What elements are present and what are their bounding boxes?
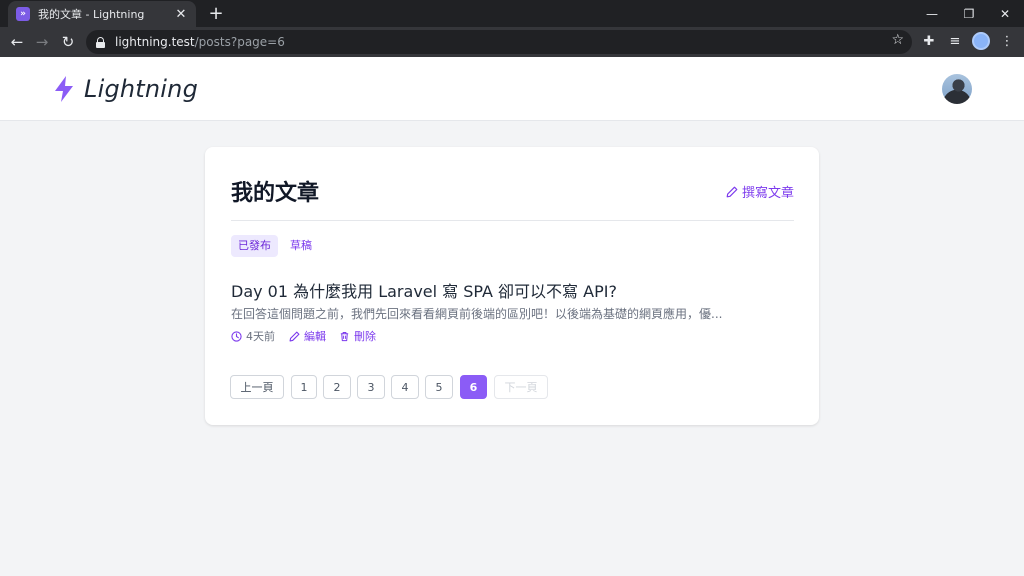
site-favicon-icon: » xyxy=(16,7,30,21)
post-title[interactable]: Day 01 為什麼我用 Laravel 寫 SPA 卻可以不寫 API? xyxy=(231,278,617,302)
pencil-icon xyxy=(289,331,300,341)
page-button-4[interactable]: 4 xyxy=(391,375,419,399)
kebab-menu-icon[interactable]: ⋮ xyxy=(996,31,1018,53)
user-avatar[interactable] xyxy=(942,74,972,104)
address-bar[interactable]: lightning.test/posts?page=6 ☆ xyxy=(86,30,912,54)
browser-tab-strip: » 我的文章 - Lightning ✕ + — ❐ ✕ xyxy=(0,0,1024,27)
edit-post-label: 編輯 xyxy=(304,330,326,343)
browser-profile-avatar[interactable] xyxy=(972,32,990,50)
lock-icon[interactable] xyxy=(96,36,105,48)
new-tab-button[interactable]: + xyxy=(205,3,227,25)
trash-icon xyxy=(340,331,349,341)
restore-window-icon[interactable]: ❐ xyxy=(950,0,988,27)
site-name: Lightning xyxy=(84,75,199,103)
browser-toolbar: ← → ↻ lightning.test/posts?page=6 ☆ ✚ ≡ … xyxy=(0,27,1024,57)
post-time-text: 4天前 xyxy=(246,330,275,343)
forward-arrow-icon[interactable]: → xyxy=(31,31,53,53)
browser-tab[interactable]: » 我的文章 - Lightning ✕ xyxy=(8,1,196,27)
post-excerpt: 在回答這個問題之前，我們先回來看看網頁前後端的區別吧！以後端為基礎的網頁應用，優… xyxy=(231,307,723,321)
media-queue-icon[interactable]: ≡ xyxy=(944,31,966,53)
page-button-2[interactable]: 2 xyxy=(323,375,351,399)
divider xyxy=(231,220,794,221)
tab-close-icon[interactable]: ✕ xyxy=(174,7,188,22)
page-button-5[interactable]: 5 xyxy=(425,375,453,399)
lightning-bolt-icon xyxy=(55,76,73,102)
pencil-icon xyxy=(726,186,738,197)
delete-post-label: 刪除 xyxy=(354,330,376,343)
page-button-1[interactable]: 1 xyxy=(291,375,317,399)
prev-page-button[interactable]: 上一頁 xyxy=(230,375,284,399)
back-arrow-icon[interactable]: ← xyxy=(6,31,28,53)
page-title: 我的文章 xyxy=(231,181,320,206)
tab-title: 我的文章 - Lightning xyxy=(38,8,145,21)
delete-post-link[interactable]: 刪除 xyxy=(339,328,376,344)
tab-published[interactable]: 已發布 xyxy=(231,235,278,257)
site-header: Lightning xyxy=(0,57,1024,121)
minimize-window-icon[interactable]: — xyxy=(913,0,951,27)
clock-icon xyxy=(231,330,242,342)
next-page-button: 下一頁 xyxy=(494,375,548,399)
site-logo[interactable]: Lightning xyxy=(52,75,198,103)
write-post-link[interactable]: 撰寫文章 xyxy=(726,182,794,201)
bookmark-star-icon[interactable]: ☆ xyxy=(891,32,904,48)
page-button-6-current[interactable]: 6 xyxy=(460,375,487,399)
reload-icon[interactable]: ↻ xyxy=(57,31,79,53)
tab-drafts[interactable]: 草稿 xyxy=(283,235,319,257)
close-window-icon[interactable]: ✕ xyxy=(986,0,1024,27)
post-time: 4天前 xyxy=(231,328,275,344)
url-text: lightning.test/posts?page=6 xyxy=(115,35,285,49)
extensions-puzzle-icon[interactable]: ✚ xyxy=(918,31,940,53)
page-button-3[interactable]: 3 xyxy=(357,375,385,399)
edit-post-link[interactable]: 編輯 xyxy=(289,328,326,344)
posts-card: 我的文章 撰寫文章 已發布 草稿 Day 01 為什麼我用 Laravel 寫 … xyxy=(205,147,819,425)
write-post-label: 撰寫文章 xyxy=(741,186,794,201)
